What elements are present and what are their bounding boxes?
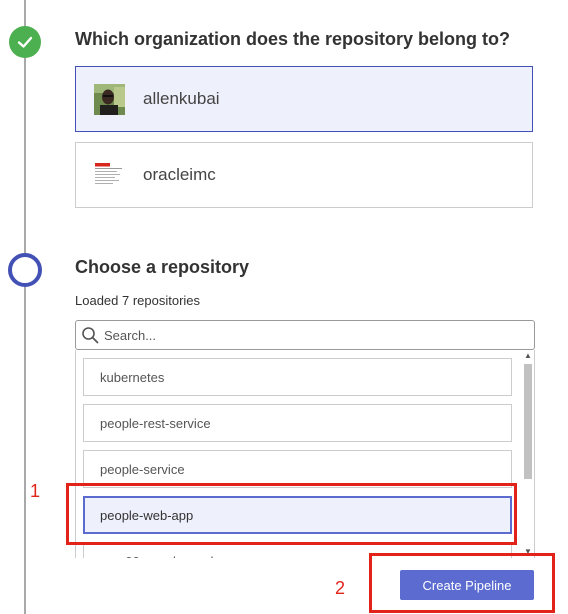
repo-item-kubernetes[interactable]: kubernetes (83, 358, 512, 396)
annotation-box-1 (66, 483, 517, 545)
timeline-line (24, 0, 26, 614)
oracle-logo (94, 159, 125, 191)
search-input[interactable] (102, 326, 526, 344)
annotation-label-1: 1 (30, 481, 41, 501)
step-active-indicator (8, 253, 42, 287)
step2-heading: Choose a repository (75, 257, 250, 277)
repositories-loaded-count: Loaded 7 repositories (75, 293, 201, 308)
search-icon (82, 327, 99, 344)
repository-search[interactable] (75, 320, 535, 350)
user-avatar (94, 83, 125, 115)
repo-item-people-rest-service[interactable]: people-rest-service (83, 404, 512, 442)
org-name: allenkubai (143, 89, 220, 108)
checkmark-icon (17, 36, 33, 48)
org-option-oracleimc[interactable]: oracleimc (75, 142, 533, 208)
step-complete-checkmark-icon (9, 26, 41, 58)
annotation-box-2 (369, 553, 555, 613)
annotation-label-2: 2 (335, 578, 346, 598)
arrow-up-icon[interactable]: ▲ (522, 350, 534, 362)
org-option-allenkubai[interactable]: allenkubai (75, 66, 533, 132)
step1-heading: Which organization does the repository b… (75, 29, 511, 49)
org-name: oracleimc (143, 165, 216, 184)
scrollbar-thumb[interactable] (524, 364, 532, 479)
list-scrollbar[interactable]: ▲ ▼ (522, 350, 534, 558)
